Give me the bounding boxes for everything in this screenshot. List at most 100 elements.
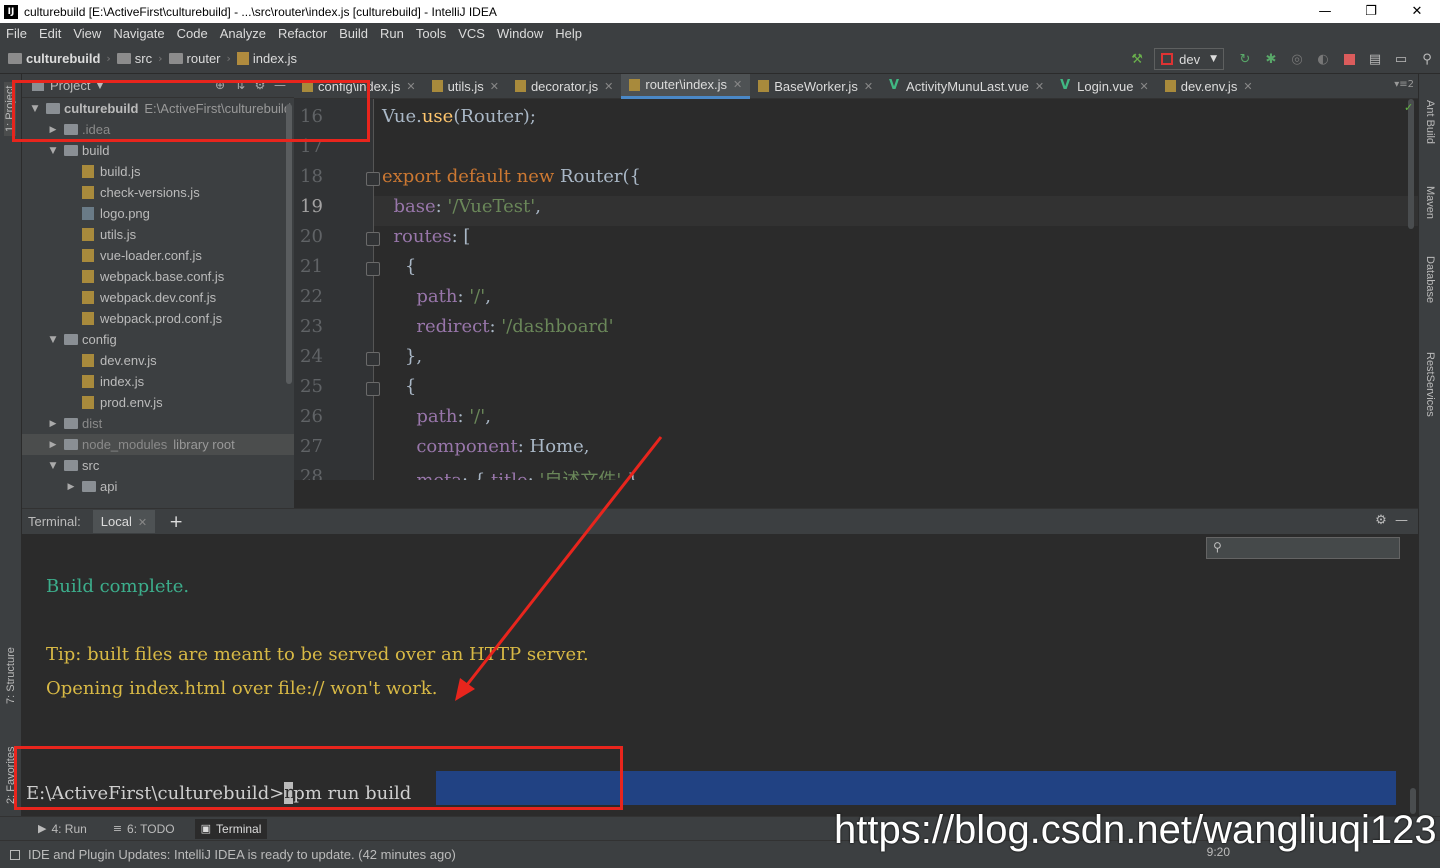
close-tab-icon[interactable]: ✕ xyxy=(733,78,742,91)
close-tab-icon[interactable]: ✕ xyxy=(1140,80,1149,93)
fold-marker-icon[interactable] xyxy=(366,172,380,186)
hide-icon[interactable]: — xyxy=(1395,513,1408,528)
tree-item[interactable]: utils.js xyxy=(22,224,294,245)
menu-vcs[interactable]: VCS xyxy=(458,26,485,41)
tree-item-label: src xyxy=(82,458,100,473)
tree-item[interactable]: webpack.dev.conf.js xyxy=(22,287,294,308)
expand-down-icon[interactable]: ▼ xyxy=(46,461,60,471)
coverage-icon[interactable]: ◎ xyxy=(1286,48,1308,70)
close-tab-icon[interactable]: ✕ xyxy=(490,80,499,93)
close-tab-icon[interactable]: ✕ xyxy=(1035,80,1044,93)
menu-analyze[interactable]: Analyze xyxy=(220,26,266,41)
menu-run[interactable]: Run xyxy=(380,26,404,41)
tree-item[interactable]: prod.env.js xyxy=(22,392,294,413)
expand-down-icon[interactable]: ▼ xyxy=(46,335,60,345)
close-tab-icon[interactable]: ✕ xyxy=(406,80,415,93)
gear-icon[interactable]: ⚙ xyxy=(1375,513,1387,528)
navigation-bar: culturebuild › src › router › index.js ⚒… xyxy=(0,44,1440,74)
editor-tab[interactable]: decorator.js ✕ xyxy=(507,74,621,99)
expand-right-icon[interactable]: ▶ xyxy=(64,482,78,492)
close-icon[interactable]: ✕ xyxy=(138,516,147,529)
editor-tab[interactable]: BaseWorker.js ✕ xyxy=(750,74,881,99)
run-configuration-select[interactable]: dev ▼ xyxy=(1154,48,1224,70)
new-terminal-icon[interactable]: + xyxy=(169,512,183,532)
close-window-button[interactable]: ✕ xyxy=(1394,0,1440,23)
menu-window[interactable]: Window xyxy=(497,26,543,41)
tree-item[interactable]: check-versions.js xyxy=(22,182,294,203)
maven-tool-button[interactable]: Maven xyxy=(1424,186,1436,219)
editor-tab[interactable]: dev.env.js ✕ xyxy=(1157,74,1261,99)
editor-tab[interactable]: V ActivityMunuLast.vue ✕ xyxy=(881,74,1052,99)
expand-right-icon[interactable]: ▶ xyxy=(46,419,60,429)
tree-item[interactable]: ▶ api xyxy=(22,476,294,497)
fold-marker-icon[interactable] xyxy=(366,262,380,276)
editor-tab[interactable]: utils.js ✕ xyxy=(424,74,507,99)
tree-item[interactable]: ▼ config xyxy=(22,329,294,350)
stop-icon[interactable] xyxy=(1338,48,1360,70)
bottom-tool-run[interactable]: ▶ 4: Run xyxy=(32,819,93,839)
database-tool-button[interactable]: Database xyxy=(1424,256,1436,303)
tree-item[interactable]: dev.env.js xyxy=(22,350,294,371)
terminal-search-field[interactable]: ⚲ xyxy=(1206,537,1400,559)
editor-tab-label: dev.env.js xyxy=(1180,78,1238,94)
fold-marker-icon[interactable] xyxy=(366,352,380,366)
debug-bug-icon[interactable]: ✱ xyxy=(1260,48,1282,70)
expand-down-icon[interactable]: ▼ xyxy=(46,146,60,156)
tree-item[interactable]: ▶ node_modules library root xyxy=(22,434,294,455)
line-number: 19 xyxy=(300,196,323,217)
tree-item[interactable]: index.js xyxy=(22,371,294,392)
tree-item[interactable]: logo.png xyxy=(22,203,294,224)
menu-help[interactable]: Help xyxy=(555,26,582,41)
folder-icon xyxy=(8,53,22,64)
bottom-tool-terminal[interactable]: ▣ Terminal xyxy=(194,818,268,839)
tool-windows-icon[interactable] xyxy=(10,849,20,860)
profile-icon[interactable]: ◐ xyxy=(1312,48,1334,70)
tree-item[interactable]: build.js xyxy=(22,161,294,182)
menu-view[interactable]: View xyxy=(73,26,101,41)
structure-tool-button[interactable]: 7: Structure xyxy=(5,647,17,704)
terminal-tab-local[interactable]: Local ✕ xyxy=(92,510,156,533)
breadcrumb-file[interactable]: index.js xyxy=(236,51,297,66)
tree-item[interactable]: webpack.base.conf.js xyxy=(22,266,294,287)
code-line: path: '/', xyxy=(416,406,491,427)
menu-navigate[interactable]: Navigate xyxy=(113,26,164,41)
tree-item[interactable]: webpack.prod.conf.js xyxy=(22,308,294,329)
project-scrollbar[interactable] xyxy=(286,104,292,384)
code-editor[interactable]: 16 17 18 19 20 21 22 23 24 25 26 27 28 ✓ Vue.use(Rou… xyxy=(294,99,1418,480)
editor-tab[interactable]: router\index.js ✕ xyxy=(621,73,751,99)
fold-marker-icon[interactable] xyxy=(366,382,380,396)
window-layout-icon[interactable]: ▭ xyxy=(1390,48,1412,70)
bottom-tool-todo[interactable]: ≡ 6: TODO xyxy=(107,819,181,839)
editor-scrollbar[interactable] xyxy=(1408,99,1414,229)
menu-edit[interactable]: Edit xyxy=(39,26,61,41)
tree-item[interactable]: ▶ dist xyxy=(22,413,294,434)
restore-button[interactable]: ❐ xyxy=(1348,0,1394,23)
status-message[interactable]: IDE and Plugin Updates: IntelliJ IDEA is… xyxy=(28,847,456,862)
search-everywhere-icon[interactable]: ⚲ xyxy=(1416,48,1438,70)
breadcrumb-project[interactable]: culturebuild xyxy=(8,51,100,66)
project-structure-icon[interactable]: ▤ xyxy=(1364,48,1386,70)
editor-tab[interactable]: V Login.vue ✕ xyxy=(1052,74,1157,99)
fold-marker-icon[interactable] xyxy=(366,232,380,246)
minimize-button[interactable]: — xyxy=(1302,0,1348,23)
tree-item[interactable]: vue-loader.conf.js xyxy=(22,245,294,266)
breadcrumb-router[interactable]: router xyxy=(168,51,221,66)
menu-code[interactable]: Code xyxy=(177,26,208,41)
editor-gutter: 16 17 18 19 20 21 22 23 24 25 26 27 28 xyxy=(294,99,374,480)
tree-item[interactable]: ▼ src xyxy=(22,455,294,476)
build-hammer-icon[interactable]: ⚒ xyxy=(1126,48,1148,70)
close-tab-icon[interactable]: ✕ xyxy=(864,80,873,93)
close-tab-icon[interactable]: ✕ xyxy=(1243,80,1252,93)
close-tab-icon[interactable]: ✕ xyxy=(604,80,613,93)
rerun-icon[interactable]: ↻ xyxy=(1234,48,1256,70)
menu-refactor[interactable]: Refactor xyxy=(278,26,327,41)
menu-file[interactable]: File xyxy=(6,26,27,41)
menu-tools[interactable]: Tools xyxy=(416,26,446,41)
tabs-overflow-icon[interactable]: ▾≡2 xyxy=(1394,79,1414,90)
expand-right-icon[interactable]: ▶ xyxy=(46,440,60,450)
breadcrumb-src[interactable]: src xyxy=(116,51,152,66)
tree-item[interactable]: ▼ build xyxy=(22,140,294,161)
restservices-tool-button[interactable]: RestServices xyxy=(1424,352,1436,417)
ant-build-tool-button[interactable]: Ant Build xyxy=(1424,100,1436,144)
menu-build[interactable]: Build xyxy=(339,26,368,41)
